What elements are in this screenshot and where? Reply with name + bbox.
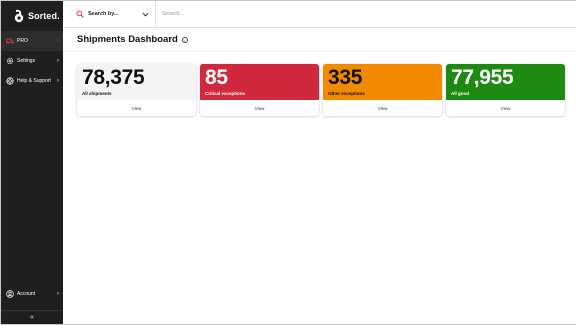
page-header: Shipments Dashboard i [63, 28, 576, 52]
top-bar: Search by... [63, 1, 576, 28]
card-value: 77,955 [451, 66, 514, 89]
app-window: Sorted. PRO › Settings › Help & Support … [0, 0, 576, 325]
sidebar-item-label: Help & Support [17, 78, 51, 84]
brand-name: Sorted. [28, 11, 60, 21]
search-scope-dropdown[interactable]: Search by... [63, 1, 156, 27]
card-critical-exceptions: 85 Critical exceptions View [200, 64, 319, 116]
card-value: 85 [205, 66, 228, 89]
card-all-shipments: 78,375 All shipments View [77, 64, 196, 116]
view-all-good-button[interactable]: View [446, 100, 565, 116]
sidebar-item-label: Account [17, 291, 36, 297]
page-title: Shipments Dashboard [77, 34, 178, 45]
search-scope-label: Search by... [88, 11, 119, 17]
summary-cards: 78,375 All shipments View 85 Critical ex… [63, 52, 576, 116]
card-value: 335 [328, 66, 363, 89]
chevron-right-icon: › [57, 78, 59, 84]
user-icon [6, 290, 14, 298]
card-label: All shipments [82, 91, 112, 96]
card-label: Critical exceptions [205, 91, 246, 96]
help-icon [6, 77, 14, 85]
card-all-good: 77,955 All good View [446, 64, 565, 116]
chevron-right-icon: › [57, 38, 59, 44]
view-critical-exceptions-button[interactable]: View [200, 100, 319, 116]
truck-icon [6, 38, 14, 44]
main-content: Search by... Shipments Dashboard i 78,37… [63, 1, 576, 324]
sorted-logo-icon [14, 9, 24, 23]
view-other-exceptions-button[interactable]: View [323, 100, 442, 116]
brand-logo[interactable]: Sorted. [1, 1, 63, 31]
card-other-exceptions: 335 Other exceptions View [323, 64, 442, 116]
chevron-down-icon [142, 12, 149, 16]
sidebar: Sorted. PRO › Settings › Help & Support … [1, 1, 63, 324]
chevron-right-icon: › [57, 291, 59, 297]
search-icon [76, 10, 84, 18]
sidebar-item-pro[interactable]: PRO › [1, 31, 63, 51]
card-label: All good [451, 91, 469, 96]
search-input[interactable] [156, 1, 576, 27]
collapse-sidebar-button[interactable]: « [1, 310, 63, 324]
sidebar-item-settings[interactable]: Settings › [1, 51, 63, 71]
info-icon[interactable]: i [181, 36, 188, 43]
card-label: Other exceptions [328, 91, 365, 96]
sidebar-item-account[interactable]: Account › [1, 284, 63, 304]
sidebar-item-help[interactable]: Help & Support › [1, 71, 63, 91]
chevron-right-icon: › [57, 58, 59, 64]
card-value: 78,375 [82, 66, 145, 89]
sidebar-item-label: PRO [17, 38, 28, 44]
sidebar-item-label: Settings [17, 58, 36, 64]
gear-icon [6, 57, 14, 65]
view-all-shipments-button[interactable]: View [77, 100, 196, 116]
